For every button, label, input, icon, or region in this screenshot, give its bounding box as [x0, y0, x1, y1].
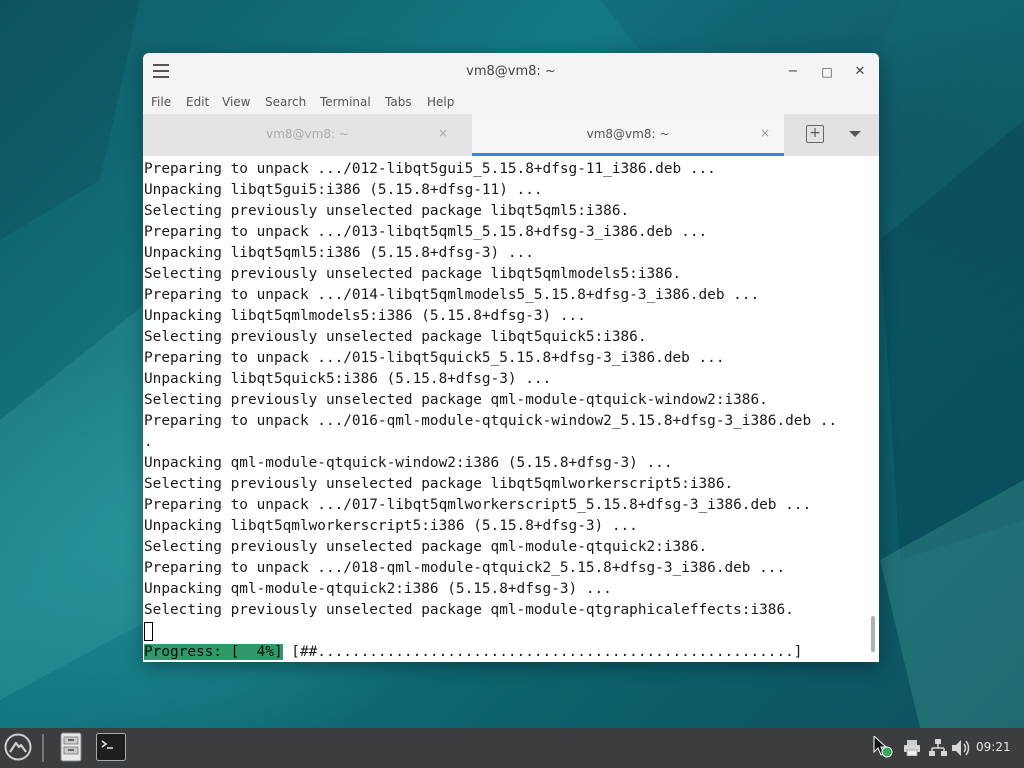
printer-icon[interactable]: [903, 740, 921, 756]
menu-terminal[interactable]: Terminal: [320, 95, 371, 109]
terminal-line: Selecting previously unselected package …: [144, 329, 647, 345]
terminal-line: Selecting previously unselected package …: [144, 203, 630, 219]
menu-edit[interactable]: Edit: [186, 95, 209, 109]
terminal-line: Unpacking qml-module-qtquick2:i386 (5.15…: [144, 581, 612, 597]
tab-1[interactable]: vm8@vm8: ~ ×: [143, 114, 472, 156]
terminal-line: Preparing to unpack .../018-qml-module-q…: [144, 560, 786, 576]
clock[interactable]: 09:21: [976, 740, 1011, 754]
terminal-line: Selecting previously unselected package …: [144, 539, 708, 555]
terminal-scrollbar[interactable]: [869, 156, 877, 662]
progress-label: Progress: [ 4%]: [144, 644, 283, 660]
terminal-line: Preparing to unpack .../017-libqt5qmlwor…: [144, 497, 812, 513]
new-tab-button[interactable]: +: [806, 125, 824, 143]
minimize-button[interactable]: −: [784, 63, 802, 81]
terminal-line: Preparing to unpack .../016-qml-module-q…: [144, 413, 838, 429]
menu-search[interactable]: Search: [265, 95, 306, 109]
volume-icon[interactable]: [951, 739, 971, 757]
window-title: vm8@vm8: ~: [466, 64, 556, 79]
terminal-line: Selecting previously unselected package …: [144, 266, 682, 282]
terminal-line: Selecting previously unselected package …: [144, 392, 768, 408]
terminal-line: .: [144, 434, 153, 450]
terminal-output[interactable]: Preparing to unpack .../012-libqt5gui5_5…: [143, 156, 879, 662]
terminal-line: Preparing to unpack .../014-libqt5qmlmod…: [144, 287, 760, 303]
menu-help[interactable]: Help: [427, 95, 454, 109]
terminal-line: Selecting previously unselected package …: [144, 602, 794, 618]
title-bar[interactable]: vm8@vm8: ~ − □ ✕: [143, 53, 879, 90]
tab-label: vm8@vm8: ~: [266, 127, 349, 141]
text-cursor: [144, 622, 153, 641]
scrollbar-thumb[interactable]: [871, 616, 875, 652]
taskbar-separator: [42, 734, 44, 762]
tab-label: vm8@vm8: ~: [586, 127, 670, 141]
prompt-row: [144, 621, 866, 642]
tab-2[interactable]: vm8@vm8: ~ ×: [472, 114, 784, 156]
terminal-line: Unpacking libqt5quick5:i386 (5.15.8+dfsg…: [144, 371, 552, 387]
taskbar: [0, 728, 1024, 768]
update-notifier-icon[interactable]: [872, 736, 894, 758]
network-icon[interactable]: [929, 739, 947, 757]
terminal-line: Unpacking libqt5gui5:i386 (5.15.8+dfsg-1…: [144, 182, 543, 198]
progress-line: Progress: [ 4%] [##.....................…: [144, 642, 866, 662]
tab-list-chevron-icon[interactable]: [849, 131, 861, 137]
terminal-window: vm8@vm8: ~ − □ ✕ File Edit View Search T…: [143, 53, 879, 662]
file-manager-icon[interactable]: [59, 732, 83, 762]
terminal-line: Unpacking libqt5qml5:i386 (5.15.8+dfsg-3…: [144, 245, 534, 261]
menu-file[interactable]: File: [151, 95, 171, 109]
terminal-line: Unpacking qml-module-qtquick-window2:i38…: [144, 455, 673, 471]
menu-tabs[interactable]: Tabs: [385, 95, 412, 109]
tab-bar: vm8@vm8: ~ × vm8@vm8: ~ × +: [143, 114, 879, 157]
close-button[interactable]: ✕: [851, 63, 869, 81]
terminal-line: Preparing to unpack .../013-libqt5qml5_5…: [144, 224, 708, 240]
maximize-button[interactable]: □: [818, 63, 836, 81]
start-menu-icon[interactable]: [4, 733, 32, 761]
terminal-line: Unpacking libqt5qmlworkerscript5:i386 (5…: [144, 518, 638, 534]
progress-bar-text: [##.....................................…: [282, 644, 803, 660]
terminal-line: Selecting previously unselected package …: [144, 476, 734, 492]
terminal-icon[interactable]: [96, 733, 126, 761]
terminal-line: Preparing to unpack .../015-libqt5quick5…: [144, 350, 725, 366]
terminal-line: Preparing to unpack .../012-libqt5gui5_5…: [144, 161, 716, 177]
tab-close-icon[interactable]: ×: [438, 126, 448, 140]
menu-bar: File Edit View Search Terminal Tabs Help: [143, 90, 879, 114]
menu-view[interactable]: View: [222, 95, 250, 109]
terminal-line: Unpacking libqt5qmlmodels5:i386 (5.15.8+…: [144, 308, 586, 324]
tab-close-icon[interactable]: ×: [760, 126, 770, 140]
